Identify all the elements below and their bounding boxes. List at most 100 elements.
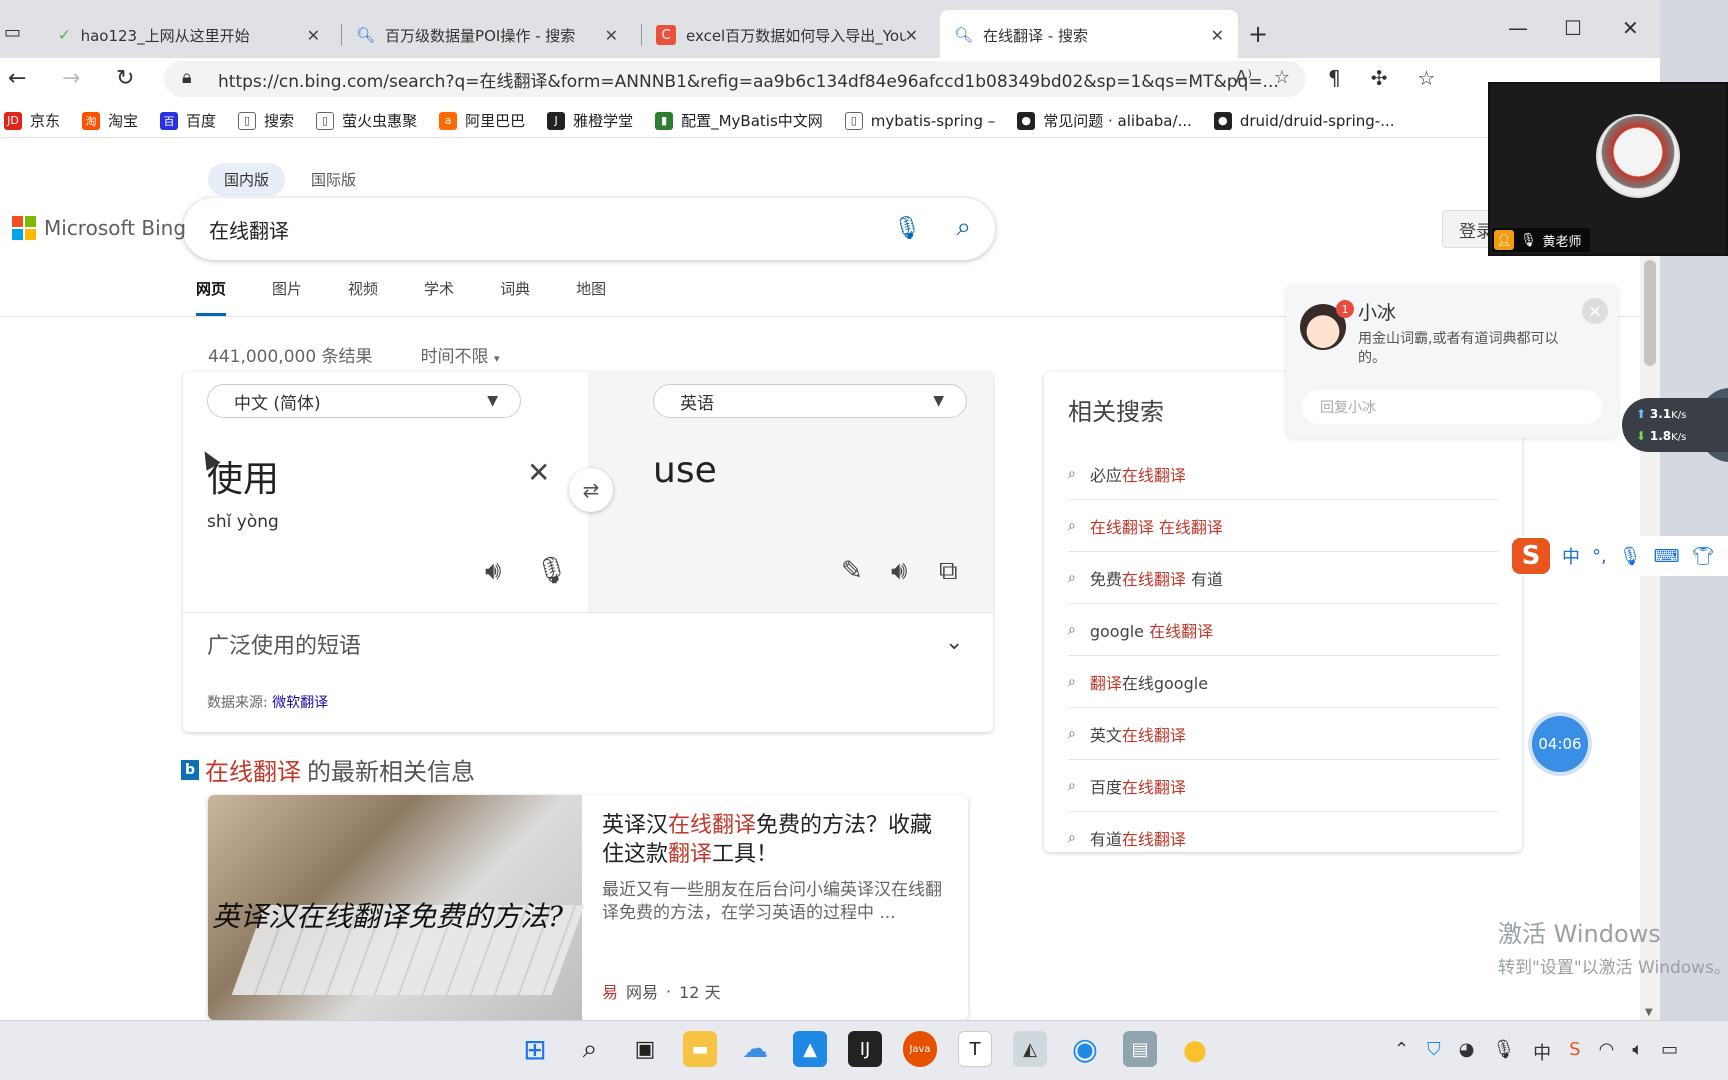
search-icon[interactable]: ⌕ (956, 212, 971, 243)
refresh-button[interactable]: ↻ (116, 66, 134, 91)
tab-poi-search[interactable]: 🔍︎ 百万级数据量POI操作 - 搜索 ✕ (342, 14, 632, 56)
tab-hao123[interactable]: ✓ hao123_上网从这里开始 ✕ (44, 14, 334, 56)
java-icon[interactable]: Java (903, 1031, 937, 1067)
source-link[interactable]: 微软翻译 (272, 695, 328, 711)
microphone-icon[interactable]: 🎙︎ (1619, 546, 1642, 567)
bing-logo[interactable]: Microsoft Bing (12, 216, 186, 240)
tab-images[interactable]: 图片 (272, 278, 302, 316)
tab-videos[interactable]: 视频 (348, 278, 378, 316)
clear-icon[interactable]: ✕ (527, 456, 550, 489)
tab-bing-translate[interactable]: 🔍︎ 在线翻译 - 搜索 ✕ (940, 10, 1238, 60)
bookmark-item[interactable]: 淘淘宝 (82, 110, 138, 131)
news-thumbnail[interactable]: 英译汉在线翻译免费的方法? (208, 795, 585, 1020)
source-language-select[interactable]: 中文 (简体) ▼ (207, 384, 521, 418)
cloud-icon[interactable]: ☁ (738, 1031, 772, 1067)
tab-maps[interactable]: 地图 (576, 278, 606, 316)
tab-actions-icon[interactable]: ▭ (4, 22, 21, 43)
minimize-button[interactable]: — (1508, 16, 1528, 40)
swap-languages-button[interactable]: ⇄ (569, 468, 613, 512)
copy-icon[interactable]: ⧉ (939, 556, 958, 587)
bookmark-item[interactable]: ▯ 搜索 (238, 110, 294, 131)
microphone-icon[interactable]: 🎙︎ (893, 216, 921, 241)
search-input[interactable]: 在线翻译 🎙︎ ⌕ (183, 198, 995, 260)
tab-international[interactable]: 国际版 (295, 163, 372, 196)
scroll-thumb[interactable] (1644, 260, 1656, 366)
news-heading[interactable]: b 在线翻译 的最新相关信息 (181, 752, 475, 787)
read-aloud-icon[interactable]: A⁾ (1235, 67, 1252, 88)
lock-icon[interactable]: 🔒︎ (182, 67, 192, 88)
news-card[interactable]: 英译汉在线翻译免费的方法? 英译汉在线翻译免费的方法？收藏住这款翻译工具！ 最近… (208, 795, 968, 1020)
related-search-item[interactable]: ⌕ google 在线翻译 (1068, 604, 1498, 656)
tab-dictionary[interactable]: 词典 (500, 278, 530, 316)
battery-icon[interactable]: ▭ (1661, 1039, 1678, 1065)
bookmark-item[interactable]: ● 常见问题 · alibaba/... (1017, 110, 1192, 131)
related-search-item[interactable]: ⌕ 免费在线翻译 有道 (1068, 552, 1498, 604)
sogou-logo-icon[interactable]: S (1512, 538, 1550, 574)
bookmark-item[interactable]: ▮ 配置_MyBatis中文网 (655, 110, 823, 131)
photos-icon[interactable]: ▲ (793, 1031, 827, 1067)
file-explorer-icon[interactable]: ▬ (683, 1031, 717, 1067)
speaker-icon[interactable]: 🔊︎ (891, 556, 907, 587)
shield-icon[interactable]: ⛉ (1427, 1039, 1441, 1065)
tab-web[interactable]: 网页 (196, 278, 227, 316)
monitor-icon[interactable]: ◭ (1013, 1031, 1047, 1067)
maximize-button[interactable]: ☐ (1564, 16, 1582, 40)
related-search-item[interactable]: ⌕ 有道在线翻译 (1068, 812, 1498, 864)
extension-icon[interactable]: ¶ (1328, 66, 1341, 90)
volume-icon[interactable]: 🔈︎ (1632, 1039, 1643, 1065)
ime-indicator-icon[interactable]: 中 (1533, 1039, 1551, 1065)
close-tab-icon[interactable]: ✕ (605, 26, 618, 45)
related-search-item[interactable]: ⌕ 在线翻译 在线翻译 (1068, 500, 1498, 552)
typora-icon[interactable]: T (958, 1031, 992, 1067)
speaker-icon[interactable]: 🔊︎ (485, 556, 501, 587)
chevron-down-icon[interactable]: ⌄ (945, 630, 963, 655)
bookmark-item[interactable]: ▯ 萤火虫惠聚 (316, 110, 417, 131)
close-icon[interactable]: ✕ (1582, 298, 1608, 324)
microphone-icon[interactable]: 🎙︎ (535, 556, 568, 586)
bookmark-item[interactable]: ▯ mybatis-spring – (844, 111, 995, 130)
page-scrollbar[interactable]: ▼ (1640, 256, 1660, 1020)
target-language-select[interactable]: 英语 ▼ (653, 384, 967, 418)
tab-domestic[interactable]: 国内版 (208, 163, 286, 196)
task-view-icon[interactable]: ▣ (628, 1031, 662, 1067)
bookmark-item[interactable]: a 阿里巴巴 (439, 110, 525, 131)
news-title[interactable]: 英译汉在线翻译免费的方法？收藏住这款翻译工具！ (602, 811, 952, 869)
microphone-icon[interactable]: 🎙︎ (1492, 1039, 1515, 1065)
close-tab-icon[interactable]: ✕ (905, 26, 918, 45)
bookmark-item[interactable]: JD 京东 (4, 110, 60, 131)
related-search-item[interactable]: ⌕ 翻译在线google (1068, 656, 1498, 708)
search-icon[interactable]: ⌕ (573, 1031, 607, 1067)
chat-app-icon[interactable]: ● (1178, 1031, 1212, 1067)
wifi-icon[interactable]: ◠ (1599, 1039, 1615, 1065)
punctuation-toggle[interactable]: °, (1592, 546, 1607, 567)
tab-academic[interactable]: 学术 (424, 278, 454, 316)
network-speed-widget[interactable]: ⬆ 3.1K/s ⬇ 1.8K/s (1622, 398, 1728, 452)
tab-excel-import[interactable]: C excel百万数据如何导入导出_You ✕ (642, 14, 932, 56)
bookmark-item[interactable]: ● druid/druid-spring-... (1213, 111, 1395, 130)
close-window-button[interactable]: ✕ (1622, 16, 1639, 40)
keyboard-icon[interactable]: ⌨ (1654, 546, 1680, 567)
video-call-window[interactable]: 👤︎ 🎙︎ 黄老师 (1488, 82, 1728, 256)
forward-button[interactable]: → (62, 66, 80, 91)
bookmark-item[interactable]: 百百度 (160, 110, 216, 131)
time-filter[interactable]: 时间不限 ▾ (421, 342, 500, 367)
edit-icon[interactable]: ✎ (841, 556, 863, 586)
back-button[interactable]: ← (8, 66, 26, 91)
remote-desktop-icon[interactable]: ▤ (1123, 1031, 1157, 1067)
edge-icon[interactable]: ◉ (1068, 1031, 1102, 1067)
related-search-item[interactable]: ⌕ 必应在线翻译 (1068, 448, 1498, 500)
phrases-heading[interactable]: 广泛使用的短语 (207, 628, 361, 660)
new-tab-button[interactable]: + (1248, 20, 1268, 48)
skin-icon[interactable]: 👕︎ (1692, 546, 1715, 567)
favorites-icon[interactable]: ☆ (1418, 66, 1436, 90)
close-tab-icon[interactable]: ✕ (1211, 26, 1224, 45)
scroll-down-icon[interactable]: ▼ (1645, 1007, 1653, 1018)
input-mode[interactable]: 中 (1562, 543, 1580, 569)
sogou-tray-icon[interactable]: S (1569, 1039, 1580, 1065)
start-icon[interactable]: ⊞ (518, 1031, 552, 1067)
address-bar[interactable]: 🔒︎ https://cn.bing.com/search?q=在线翻译&for… (164, 61, 1306, 97)
recording-timer[interactable]: 04:06 (1532, 716, 1588, 772)
add-favorite-icon[interactable]: ☆ (1274, 67, 1290, 88)
chevron-up-icon[interactable]: ⌃ (1394, 1039, 1409, 1065)
bookmark-item[interactable]: J 雅橙学堂 (547, 110, 633, 131)
